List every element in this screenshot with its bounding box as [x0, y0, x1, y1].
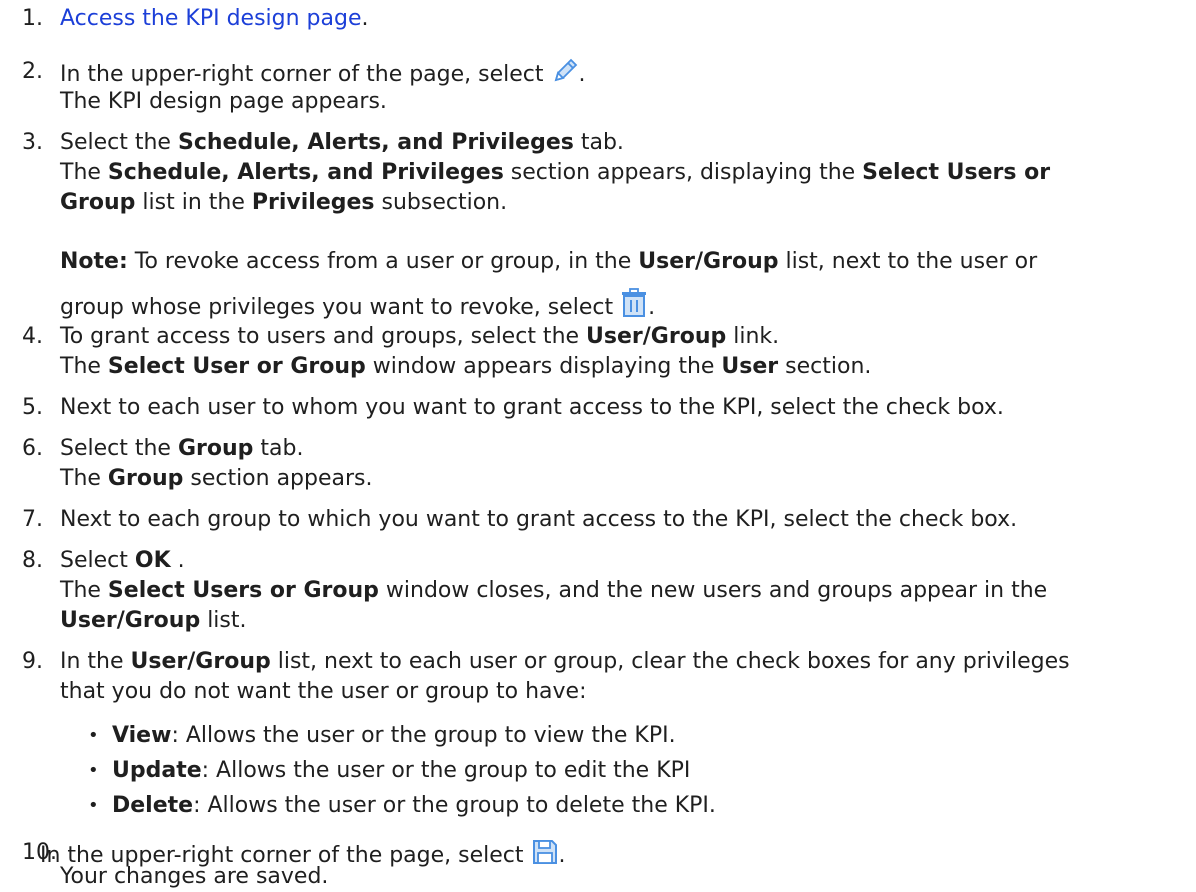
ui-term: OK [134, 548, 171, 573]
step-number: 1. [22, 6, 43, 31]
result-text: list in the [135, 190, 252, 215]
step-result: The Select Users or Group window closes,… [60, 576, 1047, 606]
ui-term: Schedule, Alerts, and Privileges [107, 160, 504, 185]
step-result: Your changes are saved. [60, 864, 329, 889]
step-text: Next to each group to which you want to … [60, 507, 1018, 532]
note-text: group whose privileges you want to revok… [60, 295, 614, 320]
result-text: section appears. [183, 466, 373, 491]
bullet-icon: • [88, 760, 99, 781]
step-text: that you do not want the user or group t… [60, 679, 587, 704]
ui-term: User [721, 354, 779, 379]
step-result: The KPI design page appears. [60, 89, 387, 114]
result-text: section. [778, 354, 872, 379]
privilege-desc: : Allows the user or the group to edit t… [201, 758, 691, 783]
result-text: The [60, 578, 108, 603]
step-text: link. [726, 324, 780, 349]
punctuation: . [648, 295, 656, 320]
step-number: 9. [22, 649, 43, 674]
ui-term: Group [177, 436, 254, 461]
pencil-icon [551, 57, 579, 94]
step-text: tab. [253, 436, 304, 461]
step-number: 3. [22, 130, 43, 155]
note-label: Note: [60, 249, 128, 274]
result-text: The [60, 160, 108, 185]
step-text: Next to each user to whom you want to gr… [60, 395, 1004, 420]
privilege-desc: : Allows the user or the group to view t… [171, 723, 676, 748]
ui-term: Select Users or [862, 160, 1051, 185]
ui-term: User/Group [586, 324, 727, 349]
ui-term: User/Group [130, 649, 271, 674]
step-number: 5. [22, 395, 43, 420]
step-text: To grant access to users and groups, sel… [60, 324, 587, 349]
step-number: 6. [22, 436, 43, 461]
note-text: To revoke access from a user or group, i… [127, 249, 639, 274]
bullet-icon: • [88, 725, 99, 746]
ui-term: User/Group [638, 249, 779, 274]
step-number: 4. [22, 324, 43, 349]
result-text: list. [200, 608, 247, 633]
step-text: tab. [573, 130, 624, 155]
step-result: Group list in the Privileges subsection. [60, 188, 507, 218]
kpi-design-page-link[interactable]: Access the KPI design page [60, 6, 362, 31]
bullet-icon: • [88, 795, 99, 816]
step-result: The Schedule, Alerts, and Privileges sec… [60, 158, 1050, 188]
step-number: 2. [22, 59, 43, 84]
step-text: Select [60, 548, 135, 573]
result-text: window appears displaying the [365, 354, 722, 379]
result-text: window closes, and the new users and gro… [378, 578, 1048, 603]
punctuation: . [361, 6, 369, 31]
step-text: Select the [60, 130, 178, 155]
step-result: The Group section appears. [60, 464, 373, 494]
procedure-document: 1. Access the KPI design page. 2. In the… [0, 0, 1196, 889]
step-text: In the upper-right corner of the page, s… [60, 62, 544, 87]
ui-term: Select Users or Group [107, 578, 379, 603]
save-icon [531, 838, 559, 875]
privilege-desc: : Allows the user or the group to delete… [193, 793, 716, 818]
punctuation: . [558, 843, 566, 868]
ui-term: Schedule, Alerts, and Privileges [177, 130, 574, 155]
step-result: User/Group list. [60, 606, 247, 636]
note: Note: To revoke access from a user or gr… [60, 247, 1037, 277]
step-text: In the [60, 649, 131, 674]
note-text: list, next to the user or [778, 249, 1038, 274]
step-text: . [170, 548, 185, 573]
ui-term: Select User or Group [107, 354, 366, 379]
ui-term: Group [60, 190, 136, 215]
step-number: 7. [22, 507, 43, 532]
result-text: section appears, displaying the [503, 160, 863, 185]
result-text: The [60, 354, 108, 379]
step-text: Select the [60, 436, 178, 461]
step-text: list, next to each user or group, clear … [270, 649, 1070, 674]
ui-term: User/Group [60, 608, 201, 633]
result-text: The [60, 466, 108, 491]
result-text: subsection. [374, 190, 508, 215]
step-number: 8. [22, 548, 43, 573]
privilege-name: Delete [112, 793, 194, 818]
ui-term: Privileges [251, 190, 375, 215]
punctuation: . [578, 62, 586, 87]
ui-term: Group [107, 466, 184, 491]
privilege-name: View [112, 723, 172, 748]
step-result: The Select User or Group window appears … [60, 352, 871, 382]
privilege-name: Update [112, 758, 202, 783]
